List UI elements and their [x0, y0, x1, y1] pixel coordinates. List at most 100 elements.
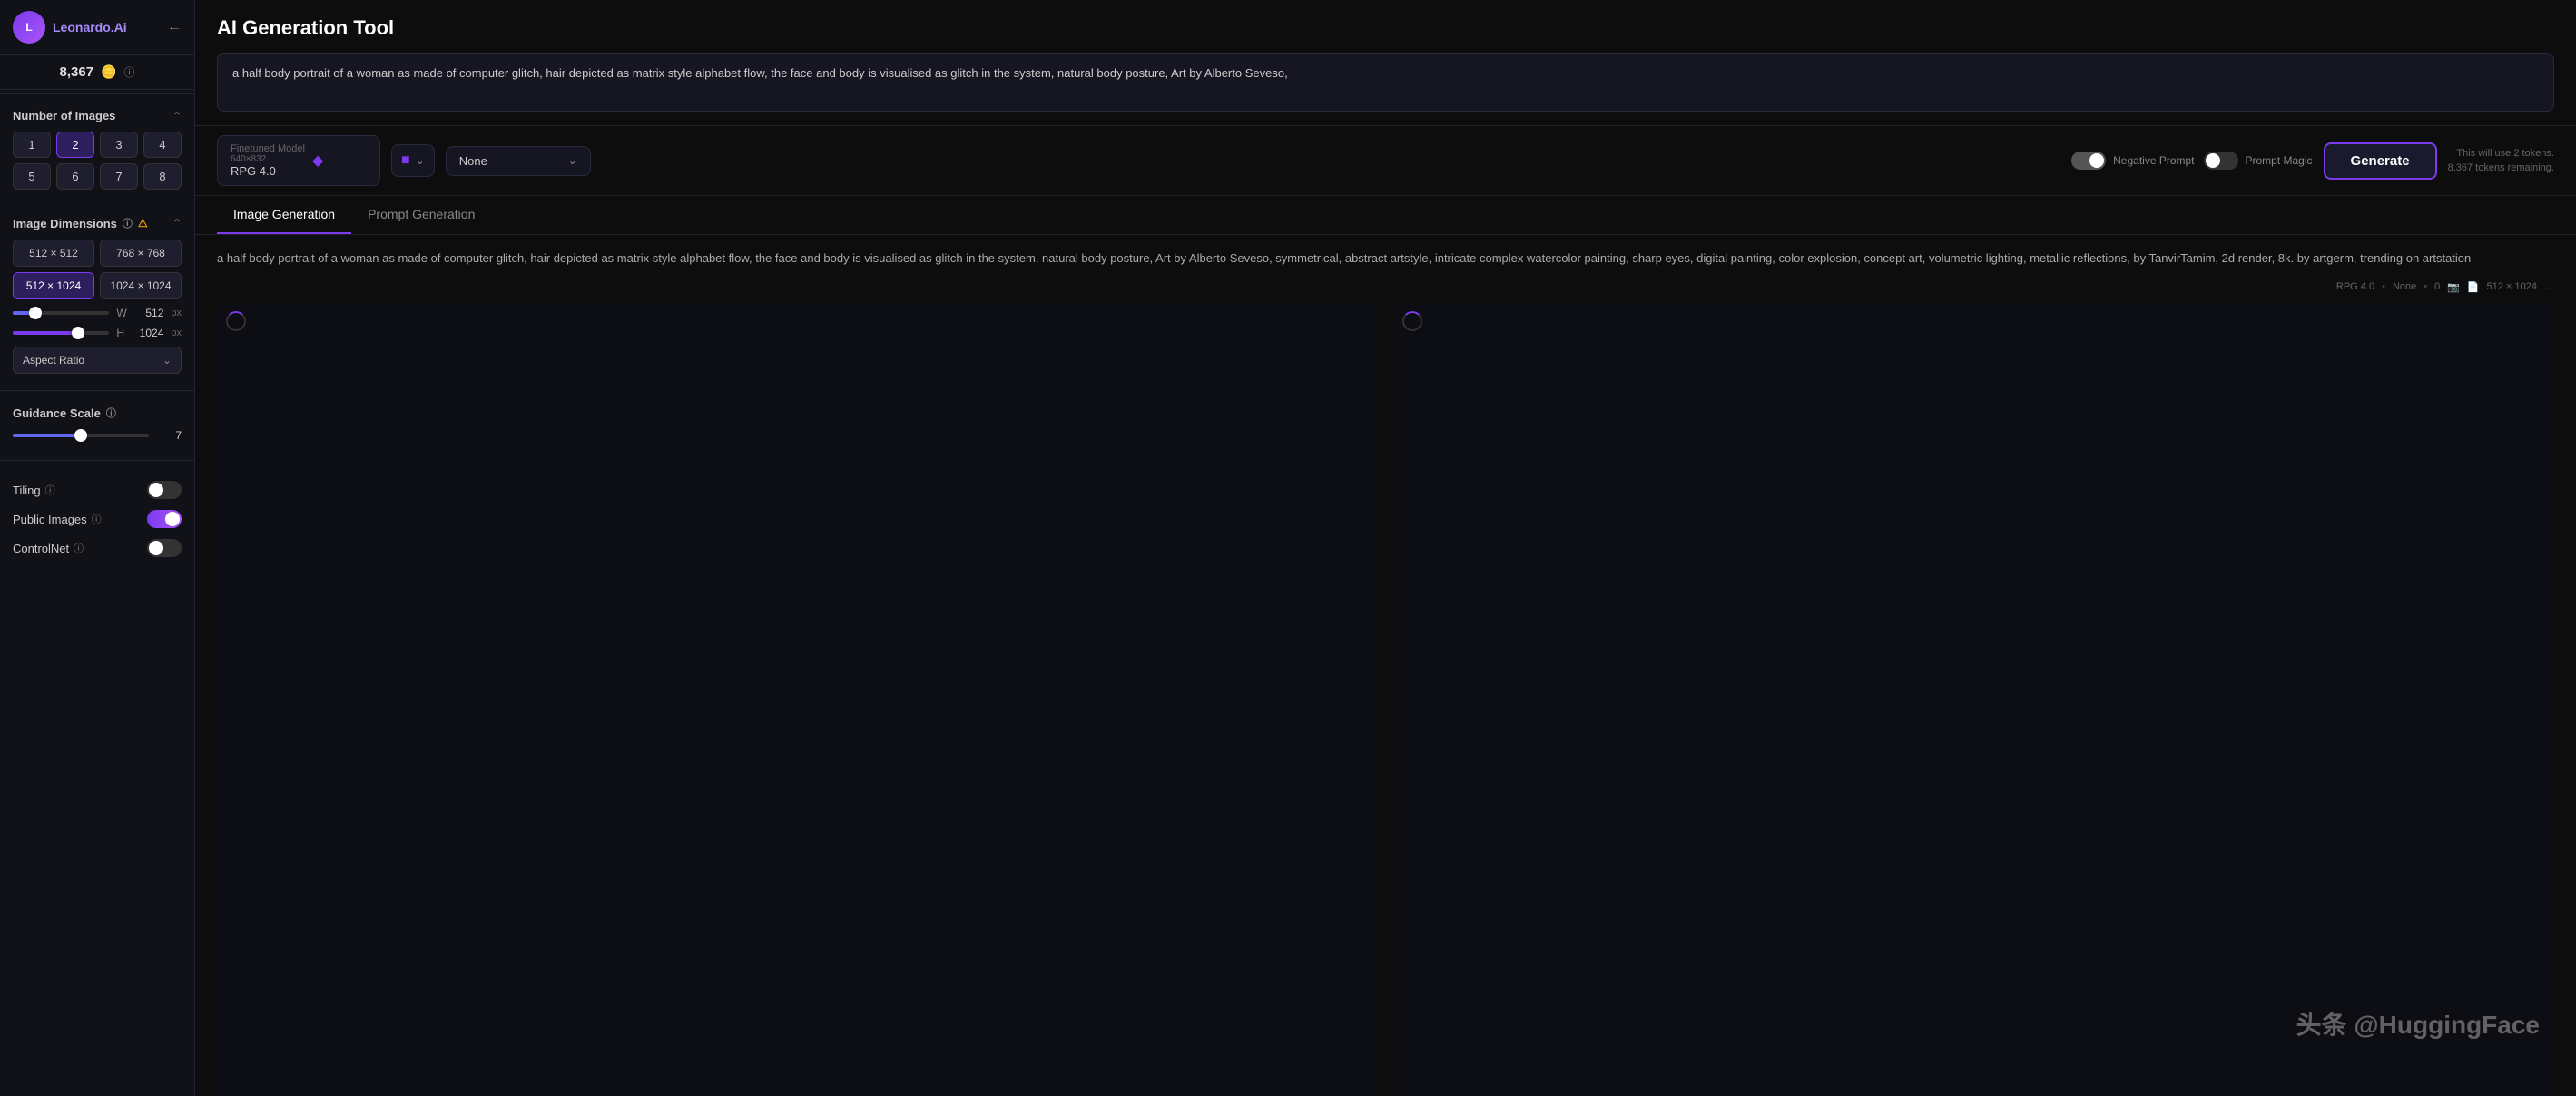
- num-btn-5[interactable]: 5: [13, 163, 51, 190]
- logo-avatar: L: [13, 11, 45, 44]
- prompt-magic-toggle-knob: [2206, 153, 2220, 168]
- num-btn-6[interactable]: 6: [56, 163, 94, 190]
- prompt-magic-toggle-track[interactable]: [2204, 152, 2238, 170]
- logo-main: Leonardo: [53, 20, 111, 34]
- generation-area: a half body portrait of a woman as made …: [195, 235, 2576, 1096]
- public-images-toggle[interactable]: [147, 510, 182, 528]
- prompt-magic-toggle-item: Prompt Magic: [2204, 152, 2313, 170]
- public-images-row: Public Images ⓘ: [13, 504, 182, 533]
- num-btn-1[interactable]: 1: [13, 132, 51, 158]
- guidance-scale-title: Guidance Scale ⓘ: [13, 406, 116, 420]
- guidance-value: 7: [156, 429, 182, 442]
- public-images-toggle-knob: [165, 512, 180, 526]
- meta-size-icon: 📄: [2467, 281, 2480, 293]
- tiling-toggle[interactable]: [147, 481, 182, 499]
- page-title: AI Generation Tool: [217, 16, 2554, 40]
- negative-prompt-toggle-item: Negative Prompt: [2071, 152, 2194, 170]
- dimensions-chevron-icon[interactable]: ⌃: [172, 217, 182, 230]
- num-btn-7[interactable]: 7: [100, 163, 138, 190]
- preset-dropdown[interactable]: None ⌄: [446, 146, 591, 176]
- width-label: W: [116, 307, 131, 319]
- public-images-toggle-track[interactable]: [147, 510, 182, 528]
- meta-more-icon[interactable]: …: [2544, 281, 2554, 292]
- prompt-input[interactable]: a half body portrait of a woman as made …: [217, 53, 2554, 112]
- controlnet-label: ControlNet ⓘ: [13, 541, 84, 555]
- dim-btn-512x512[interactable]: 512 × 512: [13, 240, 94, 267]
- image-card-1: 3.58s: [217, 302, 1379, 1096]
- image-card-1-inner: [217, 302, 1379, 1096]
- number-chevron-icon[interactable]: ⌃: [172, 110, 182, 122]
- model-label: Finetuned Model: [231, 143, 305, 154]
- guidance-scale-section: Guidance Scale ⓘ 7: [0, 395, 194, 456]
- image-card-2: 3.58s: [1393, 302, 2555, 1096]
- tokens-info-icon[interactable]: ⓘ: [123, 64, 134, 80]
- image-dimensions-header: Image Dimensions ⓘ ⚠ ⌃: [13, 216, 182, 230]
- image-card-2-inner: [1393, 302, 2555, 1096]
- controlnet-row: ControlNet ⓘ: [13, 533, 182, 563]
- width-slider[interactable]: [13, 311, 109, 315]
- preset-label: None: [459, 154, 561, 168]
- guidance-slider[interactable]: [13, 434, 149, 437]
- num-btn-8[interactable]: 8: [143, 163, 182, 190]
- width-unit: px: [171, 308, 182, 318]
- aspect-ratio-row[interactable]: Aspect Ratio ⌄: [13, 347, 182, 374]
- guidance-slider-row: 7: [13, 429, 182, 442]
- width-slider-row: W 512 px: [13, 307, 182, 319]
- guidance-info-icon[interactable]: ⓘ: [106, 406, 116, 420]
- image-dimensions-section: Image Dimensions ⓘ ⚠ ⌃ 512 × 512 768 × 7…: [0, 205, 194, 387]
- tabs: Image Generation Prompt Generation: [195, 196, 2576, 235]
- negative-prompt-toggle-track[interactable]: [2071, 152, 2106, 170]
- negative-prompt-toggle-knob: [2089, 153, 2104, 168]
- sidebar-header: L Leonardo.Ai ←: [0, 0, 194, 55]
- guidance-scale-header: Guidance Scale ⓘ: [13, 406, 182, 420]
- style-palette-icon: ■: [401, 152, 410, 169]
- aspect-ratio-label: Aspect Ratio: [23, 354, 84, 367]
- tab-prompt-generation[interactable]: Prompt Generation: [351, 196, 491, 234]
- controlnet-toggle[interactable]: [147, 539, 182, 557]
- dimensions-warn-icon: ⚠: [138, 217, 148, 230]
- controlnet-toggle-track[interactable]: [147, 539, 182, 557]
- tiling-info-icon[interactable]: ⓘ: [45, 483, 55, 497]
- token-info: This will use 2 tokens. 8,367 tokens rem…: [2448, 146, 2554, 176]
- image-dimensions-title: Image Dimensions ⓘ ⚠: [13, 216, 148, 230]
- dim-btn-512x1024[interactable]: 512 × 1024: [13, 272, 94, 299]
- model-icon: ◆: [312, 152, 323, 170]
- num-btn-3[interactable]: 3: [100, 132, 138, 158]
- model-name: RPG 4.0: [231, 164, 305, 178]
- tiling-label: Tiling ⓘ: [13, 483, 55, 497]
- negative-prompt-label: Negative Prompt: [2113, 154, 2194, 167]
- meta-preset: None: [2393, 281, 2416, 292]
- controlnet-info-icon[interactable]: ⓘ: [74, 541, 84, 555]
- width-value: 512: [138, 307, 163, 319]
- height-unit: px: [171, 328, 182, 338]
- public-images-info-icon[interactable]: ⓘ: [92, 512, 102, 526]
- back-icon[interactable]: ←: [167, 19, 182, 35]
- tab-image-generation[interactable]: Image Generation: [217, 196, 351, 234]
- prompt-magic-label: Prompt Magic: [2246, 154, 2313, 167]
- number-grid: 1 2 3 4 5 6 7 8: [13, 132, 182, 190]
- style-selector[interactable]: ■ ⌄: [391, 144, 435, 177]
- model-selector[interactable]: Finetuned Model 640×832 RPG 4.0 ◆: [217, 135, 380, 186]
- logo-text: Leonardo.Ai: [53, 20, 127, 34]
- controlnet-toggle-knob: [149, 541, 163, 555]
- model-size: 640×832: [231, 154, 266, 164]
- tokens-row: 8,367 🪙 ⓘ: [0, 55, 194, 90]
- dim-btn-1024x1024[interactable]: 1024 × 1024: [100, 272, 182, 299]
- tiling-toggle-track[interactable]: [147, 481, 182, 499]
- sidebar-logo: L Leonardo.Ai: [13, 11, 127, 44]
- tiling-toggle-knob: [149, 483, 163, 497]
- tiling-section: Tiling ⓘ Public Images ⓘ: [0, 465, 194, 570]
- style-chevron-icon: ⌄: [416, 154, 425, 167]
- generate-button[interactable]: Generate: [2324, 142, 2437, 180]
- height-value: 1024: [138, 327, 163, 339]
- prompt-display: a half body portrait of a woman as made …: [217, 250, 2554, 269]
- num-btn-4[interactable]: 4: [143, 132, 182, 158]
- toolbar-toggle-group: Negative Prompt Prompt Magic: [2071, 152, 2312, 170]
- dim-btn-768x768[interactable]: 768 × 768: [100, 240, 182, 267]
- height-slider[interactable]: [13, 331, 109, 335]
- meta-dot-1: •: [2382, 281, 2385, 292]
- tokens-value: 8,367: [60, 64, 94, 80]
- loading-spinner-1: [226, 311, 246, 331]
- num-btn-2[interactable]: 2: [56, 132, 94, 158]
- dimensions-info-icon[interactable]: ⓘ: [123, 216, 133, 230]
